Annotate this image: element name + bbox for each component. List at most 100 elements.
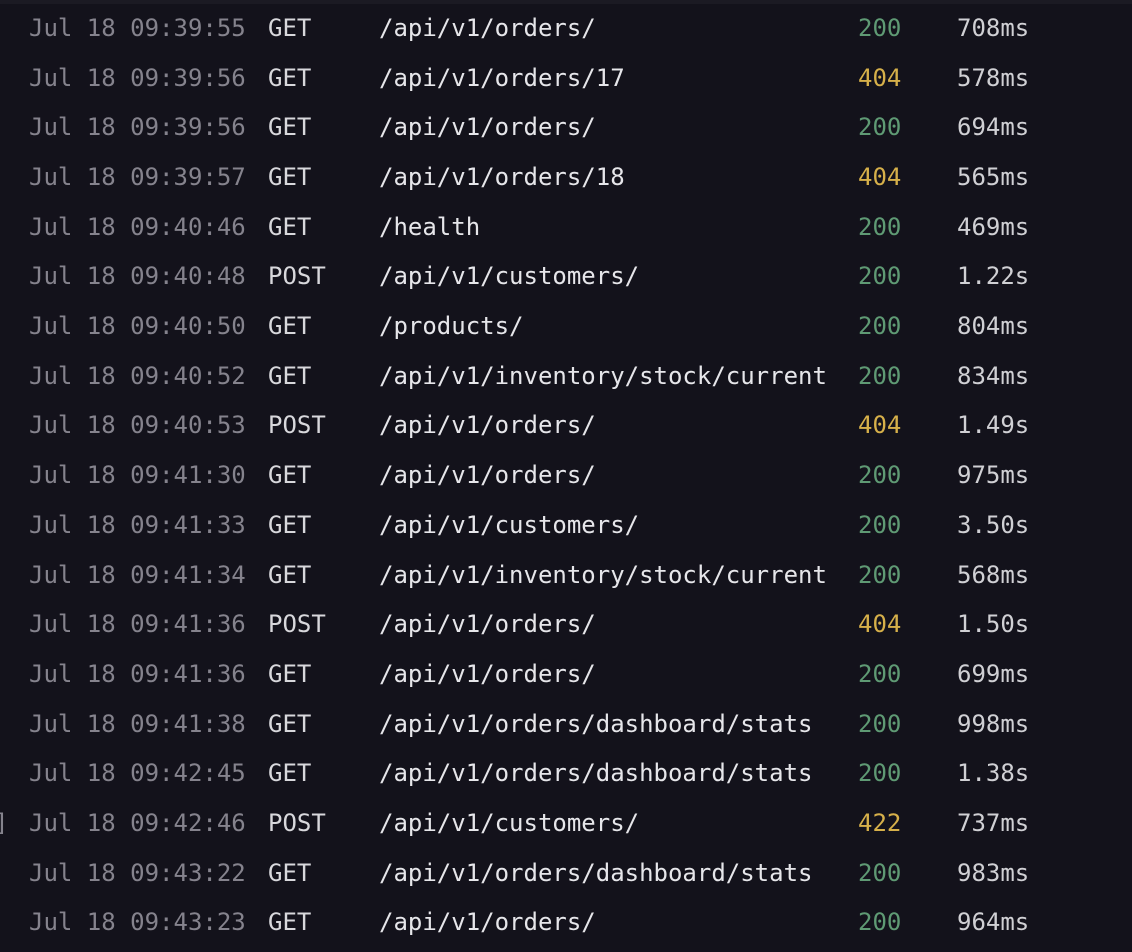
duration: 3.50s <box>957 510 1030 539</box>
method: GET <box>268 510 312 539</box>
timestamp: Jul 18 09:39:56 <box>29 63 246 92</box>
timestamp: Jul 18 09:40:52 <box>29 361 246 390</box>
duration: 1.38s <box>957 759 1030 788</box>
duration: 737ms <box>957 809 1030 838</box>
method: GET <box>268 659 312 688</box>
status: 200 <box>858 908 902 937</box>
method: GET <box>268 461 312 490</box>
duration: 699ms <box>957 659 1030 688</box>
duration: 708ms <box>957 13 1030 42</box>
method: GET <box>268 113 312 142</box>
duration: 568ms <box>957 560 1030 589</box>
log-row[interactable]: Jul 18 09:41:36 GET/api/v1/orders/200 699m… <box>0 649 1132 699</box>
log-row[interactable]: Jul 18 09:42:45 GET/api/v1/orders/dashboa… <box>0 749 1132 799</box>
status: 200 <box>858 312 902 341</box>
status: 200 <box>858 510 902 539</box>
path: /api/v1/orders/17 <box>379 63 625 92</box>
duration: 1.22s <box>957 262 1030 291</box>
log-row[interactable]: Jul 18 09:40:53 POST/api/v1/orders/404 1.4… <box>0 401 1132 451</box>
duration: 964ms <box>957 908 1030 937</box>
method: POST <box>268 411 326 440</box>
method: GET <box>268 361 312 390</box>
status: 200 <box>858 113 902 142</box>
duration: 998ms <box>957 709 1030 738</box>
status: 404 <box>858 411 902 440</box>
log-row[interactable]: Jul 18 09:41:33 GET/api/v1/customers/200 3… <box>0 500 1132 550</box>
status: 200 <box>858 361 902 390</box>
log-row[interactable]: Jul 18 09:40:46 GET/health 200 469ms <box>0 202 1132 252</box>
timestamp: Jul 18 09:39:57 <box>29 162 246 191</box>
path: /api/v1/orders/ <box>379 13 596 42</box>
timestamp: Jul 18 09:40:53 <box>29 411 246 440</box>
path: /api/v1/orders/ <box>379 659 596 688</box>
path: /api/v1/orders/ <box>379 411 596 440</box>
method: GET <box>268 162 312 191</box>
method: GET <box>268 212 312 241</box>
duration: 1.50s <box>957 610 1030 639</box>
status: 200 <box>858 709 902 738</box>
log-row[interactable]: Jul 18 09:39:55 GET/api/v1/orders/200 708m… <box>0 3 1132 53</box>
method: GET <box>268 312 312 341</box>
timestamp: Jul 18 09:41:36 <box>29 610 246 639</box>
path: /products/ <box>379 312 524 341</box>
log-row[interactable]: Jul 18 09:41:34 GET/api/v1/inventory/stoc… <box>0 550 1132 600</box>
path: /api/v1/orders/dashboard/stats <box>379 858 813 887</box>
log-row[interactable]: Jul 18 09:43:23 GET/api/v1/orders/200 964m… <box>0 898 1132 948</box>
timestamp: Jul 18 09:42:45 <box>29 759 246 788</box>
path: /api/v1/customers/ <box>379 510 640 539</box>
log-row[interactable]: Jul 18 09:39:56 GET/api/v1/orders/17 404 57… <box>0 53 1132 103</box>
timestamp: Jul 18 09:43:23 <box>29 908 246 937</box>
timestamp: Jul 18 09:41:34 <box>29 560 246 589</box>
status: 404 <box>858 63 902 92</box>
log-row[interactable]: Jul 18 09:40:52 GET/api/v1/inventory/stoc… <box>0 351 1132 401</box>
method: GET <box>268 709 312 738</box>
timestamp: Jul 18 09:41:30 <box>29 461 246 490</box>
path: /api/v1/orders/18 <box>379 162 625 191</box>
log-row[interactable]: Jul 18 09:41:36 POST/api/v1/orders/404 1.5… <box>0 599 1132 649</box>
path: /api/v1/orders/ <box>379 461 596 490</box>
status: 200 <box>858 262 902 291</box>
timestamp: Jul 18 09:42:46 <box>29 809 246 838</box>
log-row[interactable]: Jul 18 09:43:22 GET/api/v1/orders/dashboa… <box>0 848 1132 898</box>
timestamp: Jul 18 09:41:36 <box>29 659 246 688</box>
path: /api/v1/inventory/stock/current <box>379 361 827 390</box>
log-row[interactable]: Jul 18 09:39:57 GET/api/v1/orders/18 404 56… <box>0 152 1132 202</box>
duration: 565ms <box>957 162 1030 191</box>
log-row[interactable]: Jul 18 09:40:48 POST/api/v1/customers/200… <box>0 252 1132 302</box>
path: /api/v1/orders/ <box>379 908 596 937</box>
path: /api/v1/customers/ <box>379 809 640 838</box>
status: 200 <box>858 560 902 589</box>
status: 200 <box>858 759 902 788</box>
duration: 834ms <box>957 361 1030 390</box>
status: 404 <box>858 610 902 639</box>
timestamp: Jul 18 09:40:48 <box>29 262 246 291</box>
duration: 469ms <box>957 212 1030 241</box>
timestamp: Jul 18 09:43:22 <box>29 858 246 887</box>
path: /health <box>379 212 481 241</box>
timestamp: Jul 18 09:41:33 <box>29 510 246 539</box>
status: 200 <box>858 659 902 688</box>
status: 200 <box>858 858 902 887</box>
status: 422 <box>858 809 902 838</box>
timestamp: Jul 18 09:40:46 <box>29 212 246 241</box>
status: 200 <box>858 212 902 241</box>
method: GET <box>268 858 312 887</box>
log-row[interactable]: Jul 18 09:40:50 GET/products/200 804ms <box>0 301 1132 351</box>
log-row[interactable]: Jul 18 09:39:56 GET/api/v1/orders/200 694m… <box>0 102 1132 152</box>
timestamp: Jul 18 09:39:56 <box>29 113 246 142</box>
path: /api/v1/orders/dashboard/stats <box>379 759 813 788</box>
method: POST <box>268 262 326 291</box>
path: /api/v1/customers/ <box>379 262 640 291</box>
status: 200 <box>858 461 902 490</box>
method: GET <box>268 908 312 937</box>
log-row[interactable]: ] Jul 18 09:42:46 POST/api/v1/customers/42… <box>0 798 1132 848</box>
status: 200 <box>858 13 902 42</box>
method: GET <box>268 560 312 589</box>
path: /api/v1/orders/ <box>379 610 596 639</box>
path: /api/v1/orders/ <box>379 113 596 142</box>
duration: 1.49s <box>957 411 1030 440</box>
log-row[interactable]: Jul 18 09:41:30 GET/api/v1/orders/200 975m… <box>0 450 1132 500</box>
timestamp: Jul 18 09:41:38 <box>29 709 246 738</box>
log-row[interactable]: Jul 18 09:41:38 GET/api/v1/orders/dashboa… <box>0 699 1132 749</box>
method: POST <box>268 610 326 639</box>
